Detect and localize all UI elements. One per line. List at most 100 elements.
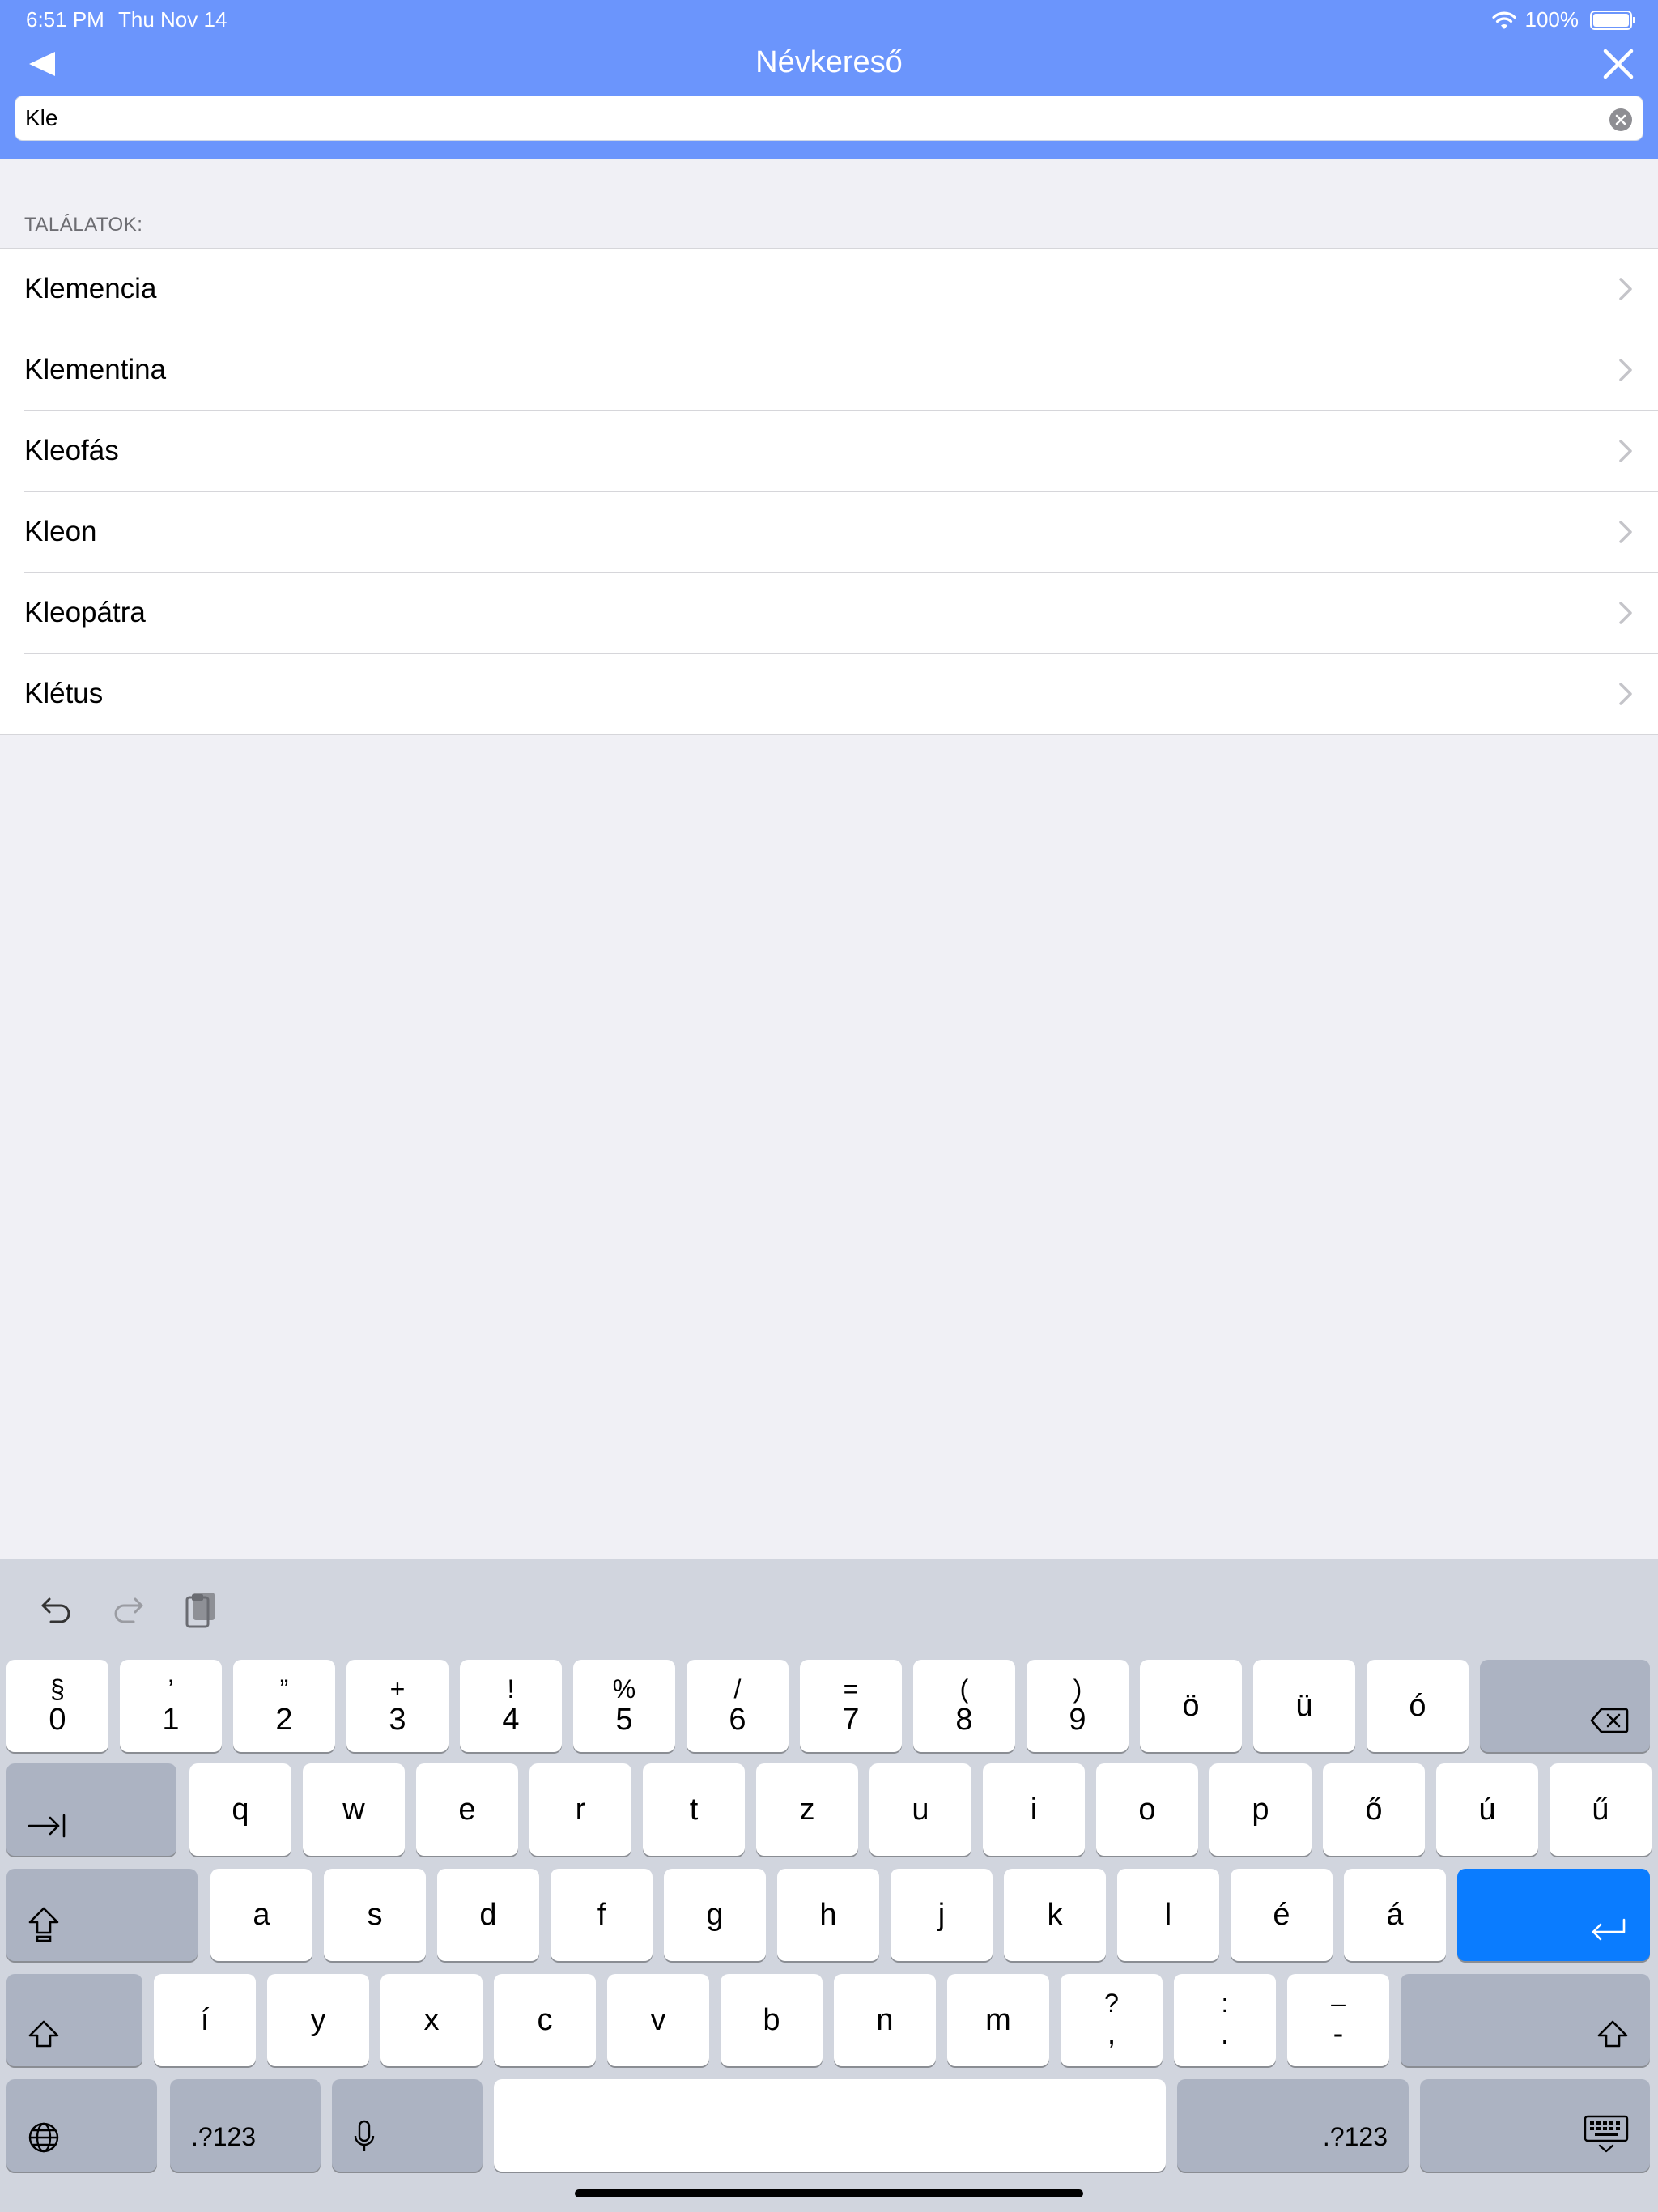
list-item[interactable]: Klemencia — [0, 249, 1658, 330]
chevron-right-icon — [1619, 683, 1632, 705]
keyboard-key[interactable]: § 0 — [6, 1660, 108, 1752]
key-primary-label: 3 — [389, 1702, 406, 1737]
key-label: v — [650, 2002, 666, 2037]
key-label-pair: § 0 — [49, 1674, 66, 1738]
keyboard-key[interactable]: g — [664, 1869, 766, 1961]
key-primary-label: 8 — [955, 1702, 973, 1737]
keyboard-key[interactable]: t — [643, 1763, 745, 1856]
keyboard-key[interactable]: ű — [1550, 1763, 1652, 1856]
keyboard-key[interactable]: j — [891, 1869, 993, 1961]
list-item[interactable]: Klementina — [0, 330, 1658, 410]
keyboard-key[interactable]: d — [437, 1869, 539, 1961]
keyboard-key[interactable]: r — [529, 1763, 631, 1856]
backspace-key[interactable] — [1480, 1660, 1650, 1752]
keyboard-key[interactable]: ú — [1436, 1763, 1538, 1856]
keyboard-key[interactable]: b — [721, 1974, 823, 2066]
keyboard-key[interactable]: ’ 1 — [120, 1660, 222, 1752]
keyboard-key[interactable]: v — [607, 1974, 709, 2066]
keyboard-key[interactable]: – - — [1287, 1974, 1389, 2066]
keyboard-key[interactable]: y — [267, 1974, 369, 2066]
keyboard-key[interactable]: é — [1231, 1869, 1333, 1961]
keyboard-key[interactable]: ! 4 — [460, 1660, 562, 1752]
keyboard-key[interactable]: á — [1344, 1869, 1446, 1961]
key-primary-label: 7 — [842, 1702, 860, 1737]
chevron-right-icon — [1619, 278, 1632, 300]
redo-button[interactable] — [104, 1585, 152, 1634]
key-label: i — [1030, 1792, 1038, 1827]
key-label: ö — [1182, 1688, 1200, 1723]
dictation-key[interactable] — [332, 2079, 483, 2172]
globe-key[interactable] — [6, 2079, 157, 2172]
caps-lock-key[interactable] — [6, 1869, 198, 1961]
key-label: l — [1164, 1897, 1172, 1932]
keyboard-key[interactable]: ö — [1140, 1660, 1242, 1752]
search-input[interactable] — [25, 96, 1596, 140]
numbers-key-right[interactable]: .?123 — [1177, 2079, 1409, 2172]
clear-icon[interactable] — [1609, 108, 1633, 132]
keyboard-key[interactable]: ő — [1323, 1763, 1425, 1856]
keyboard-key[interactable]: m — [947, 1974, 1049, 2066]
results-section-label: TALÁLATOK: — [24, 214, 143, 236]
keyboard-key[interactable]: u — [869, 1763, 971, 1856]
keyboard-key[interactable]: /6 — [687, 1660, 789, 1752]
keyboard-key[interactable]: +3 — [346, 1660, 449, 1752]
keyboard-key[interactable]: h — [777, 1869, 879, 1961]
list-item[interactable]: Kleopátra — [0, 572, 1658, 653]
status-right: 100% — [1491, 7, 1635, 32]
list-item[interactable]: Kleon — [0, 491, 1658, 572]
keyboard-key[interactable]: p — [1209, 1763, 1312, 1856]
keyboard-key[interactable]: s — [324, 1869, 426, 1961]
shift-right-key[interactable] — [1401, 1974, 1650, 2066]
keyboard-key[interactable]: ) 9 — [1027, 1660, 1129, 1752]
key-primary-label: 9 — [1069, 1702, 1086, 1737]
key-primary-label: - — [1333, 2016, 1344, 2051]
keyboard-key[interactable]: ó — [1367, 1660, 1469, 1752]
list-item-label: Klemencia — [24, 273, 157, 304]
list-item[interactable]: Klétus — [0, 653, 1658, 734]
keyboard-key[interactable]: e — [416, 1763, 518, 1856]
keyboard-key[interactable]: i — [983, 1763, 1085, 1856]
keyboard-key[interactable]: q — [189, 1763, 291, 1856]
key-label: p — [1252, 1792, 1269, 1827]
key-secondary-label: ” — [279, 1674, 289, 1704]
keyboard-key[interactable]: ?, — [1061, 1974, 1163, 2066]
keyboard-key[interactable]: ü — [1253, 1660, 1355, 1752]
shift-left-key[interactable] — [6, 1974, 142, 2066]
keyboard-key[interactable]: a — [210, 1869, 312, 1961]
key-label: é — [1273, 1897, 1290, 1932]
keyboard-key[interactable]: % 5 — [573, 1660, 675, 1752]
space-key[interactable] — [494, 2079, 1166, 2172]
key-label: r — [575, 1792, 586, 1827]
hide-keyboard-key[interactable] — [1420, 2079, 1650, 2172]
keyboard-key[interactable]: :. — [1174, 1974, 1276, 2066]
keyboard-key[interactable]: = 7 — [800, 1660, 902, 1752]
numbers-key-left[interactable]: .?123 — [170, 2079, 321, 2172]
keyboard-key[interactable]: c — [494, 1974, 596, 2066]
keyboard-key[interactable]: n — [834, 1974, 936, 2066]
keyboard-key[interactable]: o — [1096, 1763, 1198, 1856]
keyboard-key[interactable]: l — [1117, 1869, 1219, 1961]
tab-key[interactable] — [6, 1763, 176, 1856]
keyboard-key[interactable]: í — [154, 1974, 256, 2066]
keyboard-key[interactable]: z — [756, 1763, 858, 1856]
key-label: k — [1047, 1897, 1063, 1932]
keyboard-key[interactable]: ” 2 — [233, 1660, 335, 1752]
keyboard-key[interactable]: (8 — [913, 1660, 1015, 1752]
list-item-label: Klétus — [24, 678, 104, 709]
globe-icon — [28, 2122, 59, 2153]
key-label: ü — [1295, 1688, 1313, 1723]
key-secondary-label: / — [733, 1674, 742, 1704]
undo-button[interactable] — [32, 1585, 81, 1634]
return-key[interactable] — [1457, 1869, 1650, 1961]
key-secondary-label: ? — [1104, 1988, 1119, 2018]
search-field[interactable] — [15, 96, 1643, 141]
key-label: b — [763, 2002, 780, 2037]
list-item[interactable]: Kleofás — [0, 410, 1658, 491]
keyboard-key[interactable]: k — [1004, 1869, 1106, 1961]
close-button[interactable] — [1598, 44, 1639, 84]
keyboard-key[interactable]: f — [551, 1869, 653, 1961]
paste-button[interactable] — [176, 1585, 225, 1634]
keyboard-key[interactable]: x — [380, 1974, 483, 2066]
keyboard-key[interactable]: w — [303, 1763, 405, 1856]
key-primary-label: , — [1107, 2016, 1116, 2051]
